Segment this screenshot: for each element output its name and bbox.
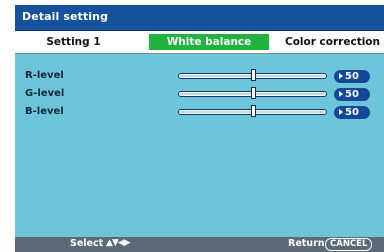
- b-level-slider-thumb[interactable]: [250, 105, 256, 117]
- tab-bar: Setting 1 White balance Color correction: [15, 31, 384, 54]
- g-level-label: G-level: [25, 88, 65, 99]
- return-hint-label: Return: [288, 238, 325, 249]
- tab-white-balance[interactable]: White balance: [149, 34, 269, 50]
- dialog-title: Detail setting: [22, 10, 109, 23]
- r-level-slider-thumb[interactable]: [250, 69, 256, 81]
- footer-hint-bar: Select ▲▼◀▶ Return CANCEL: [15, 237, 384, 252]
- title-bar: Detail setting: [15, 5, 384, 31]
- tab-setting-1[interactable]: Setting 1: [21, 34, 126, 50]
- detail-setting-dialog: Detail setting Setting 1 White balance C…: [15, 5, 384, 252]
- settings-panel: R-level 50 G-level 50 B-level 50: [15, 54, 384, 237]
- g-level-row[interactable]: G-level 50: [15, 86, 384, 104]
- r-level-row[interactable]: R-level 50: [15, 68, 384, 86]
- tab-color-correction[interactable]: Color correction: [281, 34, 384, 50]
- r-level-value: 50: [334, 70, 370, 83]
- select-hint-label: Select: [70, 238, 104, 249]
- b-level-label: B-level: [25, 106, 64, 117]
- r-level-label: R-level: [25, 70, 64, 81]
- g-level-slider-thumb[interactable]: [250, 87, 256, 99]
- b-level-value: 50: [334, 106, 370, 119]
- g-level-value: 50: [334, 88, 370, 101]
- arrow-keys-icon: ▲▼◀▶: [106, 238, 131, 248]
- cancel-key-button[interactable]: CANCEL: [325, 238, 373, 251]
- b-level-row[interactable]: B-level 50: [15, 104, 384, 122]
